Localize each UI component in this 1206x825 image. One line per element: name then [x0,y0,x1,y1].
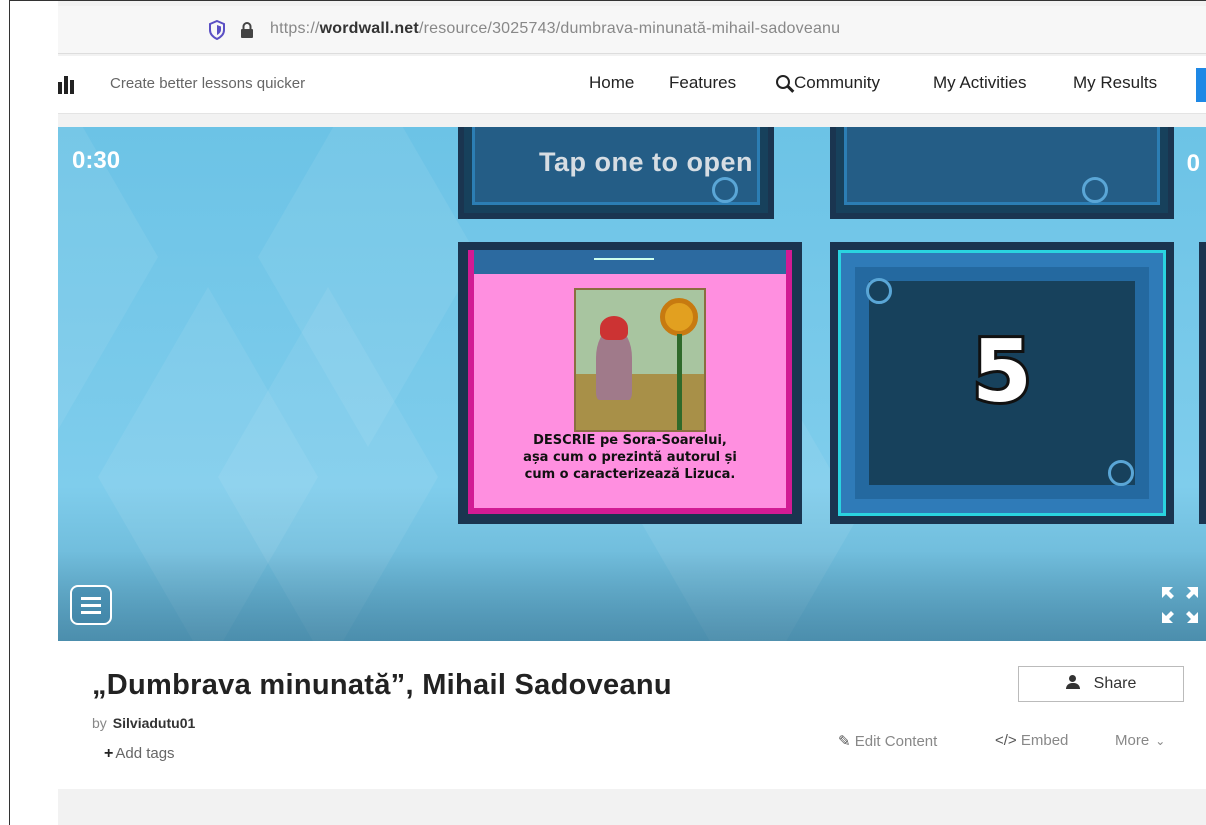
swirl-decoration-icon [866,278,892,304]
site-header: Create better lessons quicker Home Featu… [58,56,1206,114]
fullscreen-icon[interactable] [1160,585,1200,625]
signup-button-edge[interactable] [1196,68,1206,102]
nav-my-activities[interactable]: My Activities [933,73,1027,93]
author-line: by Silviadutu01 [92,715,195,731]
tracking-shield-icon[interactable] [208,20,226,40]
lock-icon[interactable] [240,22,254,38]
left-margin [10,1,58,825]
nav-my-results[interactable]: My Results [1073,73,1157,93]
tagline: Create better lessons quicker [110,75,306,92]
nav-community[interactable]: Community [776,73,880,93]
game-stage: 0:30 ✔0 Tap one to open DESCRIE pe Sora-… [58,127,1206,641]
card-open-face: DESCRIE pe Sora-Soarelui, așa cum o prez… [468,250,792,514]
swirl-decoration-icon [1082,177,1108,203]
by-label: by [92,715,107,731]
card-caption: DESCRIE pe Sora-Soarelui, așa cum o prez… [474,432,786,483]
url-text[interactable]: https://wordwall.net/resource/3025743/du… [270,20,840,38]
nav-features[interactable]: Features [669,73,736,93]
card-number: 5 [969,319,1035,425]
caption-line: cum o caracterizează Lizuca. [524,467,736,482]
card-closed-numbered[interactable]: 5 [830,242,1174,524]
swirl-decoration-icon [1108,460,1134,486]
score-value: 0 [1186,150,1200,177]
nav-home[interactable]: Home [589,73,634,93]
game-menu-button[interactable] [70,585,112,625]
card-closed[interactable] [830,127,1174,219]
code-icon: </> [995,732,1021,749]
url-field[interactable]: https://wordwall.net/resource/3025743/du… [200,16,1200,44]
more-dropdown[interactable]: More ⌄ [1115,732,1165,749]
add-tags-label: Add tags [115,745,175,762]
timer: 0:30 [72,147,121,174]
caption-line: DESCRIE pe Sora-Soarelui, [533,433,727,448]
more-label: More [1115,732,1150,749]
swirl-decoration-icon [712,177,738,203]
pencil-icon: ✎ [838,733,855,750]
embed-label: Embed [1020,732,1069,749]
bg-diamond [58,127,158,447]
search-icon [776,75,790,89]
nav-community-label: Community [794,73,880,92]
activity-info: „Dumbrava minunată”, Mihail Sadoveanu by… [58,641,1206,789]
card-open-bar [474,250,786,274]
share-user-icon [1065,675,1080,689]
edit-content-label: Edit Content [854,733,938,750]
embed-link[interactable]: </> Embed [995,732,1068,749]
tap-prompt: Tap one to open [539,147,753,177]
page-background [58,789,1206,825]
url-scheme-host: https://wordwall.net [270,20,419,37]
wordwall-logo-icon[interactable] [58,76,74,94]
card-illustration [574,288,706,432]
add-tags-link[interactable]: + Add tags [104,745,175,763]
share-label: Share [1093,675,1137,692]
card-open[interactable]: DESCRIE pe Sora-Soarelui, așa cum o prez… [458,242,802,524]
chevron-down-icon: ⌄ [1155,734,1166,748]
share-button[interactable]: Share [1018,666,1184,702]
plus-icon: + [104,745,114,762]
caption-line: așa cum o prezintă autorul și [523,450,737,465]
card-frame [844,127,1160,205]
browser-address-bar: https://wordwall.net/resource/3025743/du… [58,6,1206,54]
activity-title: „Dumbrava minunată”, Mihail Sadoveanu [92,669,672,701]
author-link[interactable]: Silviadutu01 [113,715,195,731]
edit-content-link[interactable]: ✎ Edit Content [838,732,937,750]
url-path: /resource/3025743/dumbrava-minunată-miha… [418,20,841,37]
card-partial[interactable] [1199,242,1206,524]
